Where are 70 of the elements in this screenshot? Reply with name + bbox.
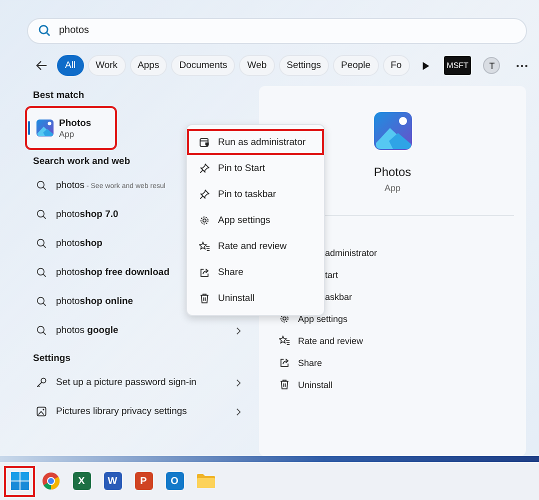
settings-icon <box>279 313 290 324</box>
search-icon <box>36 325 47 336</box>
window-shield-icon <box>199 136 210 148</box>
share-icon <box>279 357 290 368</box>
action-item[interactable]: askbar <box>325 292 352 302</box>
filter-tab[interactable]: Fo <box>382 55 410 76</box>
back-arrow-icon[interactable] <box>35 59 48 72</box>
search-field[interactable]: photos <box>27 18 527 44</box>
menu-item[interactable]: Pin to taskbar <box>187 181 324 208</box>
filter-tab[interactable]: Documents <box>171 55 236 76</box>
app-icon[interactable]: X <box>72 472 90 490</box>
filter-tab[interactable]: Settings <box>278 55 329 76</box>
menu-item[interactable]: Share <box>187 259 324 286</box>
search-text: photos <box>59 25 90 36</box>
app-type: App <box>59 128 76 139</box>
browser-icon[interactable] <box>42 472 60 490</box>
action-item[interactable]: Rate and review <box>298 336 364 346</box>
photos-app-icon <box>36 119 54 138</box>
app-icon[interactable]: O <box>166 472 184 490</box>
share-icon <box>199 266 210 278</box>
photos-app-icon <box>372 111 412 152</box>
settings-result[interactable]: Pictures library privacy settings <box>56 406 227 418</box>
more-icon[interactable] <box>516 64 528 68</box>
trash-icon <box>279 379 290 390</box>
play-icon[interactable] <box>422 60 430 71</box>
filter-tab[interactable]: Web <box>239 55 275 76</box>
filter-tab[interactable]: Work <box>88 55 126 76</box>
action-item[interactable]: Share <box>298 358 322 368</box>
search-icon <box>38 24 51 38</box>
action-item[interactable]: administrator <box>325 248 378 258</box>
filter-tab[interactable]: People <box>332 55 379 76</box>
trash-icon <box>199 292 210 304</box>
search-icon <box>36 180 47 192</box>
star-list-icon <box>199 240 210 252</box>
star-list-icon <box>279 335 290 346</box>
filter-tab[interactable]: All <box>57 55 84 76</box>
best-match-item[interactable]: Photos App <box>27 108 115 148</box>
menu-item[interactable]: Uninstall <box>187 285 324 312</box>
start-button[interactable] <box>10 472 28 490</box>
search-icon <box>36 209 47 220</box>
menu-item[interactable]: App settings <box>187 207 324 234</box>
menu-item[interactable]: Pin to Start <box>187 155 324 182</box>
filter-tab[interactable]: Apps <box>130 55 168 76</box>
app-name: Photos <box>59 118 92 129</box>
action-item[interactable]: tart <box>325 270 338 280</box>
account-avatar[interactable]: T <box>483 57 500 74</box>
search-icon <box>36 238 47 250</box>
organization-badge[interactable]: MSFT <box>444 56 472 76</box>
menu-item[interactable]: Run as administrator <box>187 129 324 156</box>
section-heading: Search work and web <box>32 155 132 170</box>
section-heading: Best match <box>32 89 86 104</box>
search-icon <box>36 296 47 308</box>
action-item[interactable]: Uninstall <box>298 380 333 390</box>
pin-icon <box>199 188 210 200</box>
action-item[interactable]: App settings <box>298 314 348 324</box>
search-icon <box>36 267 47 278</box>
key-icon <box>36 377 47 388</box>
menu-item[interactable]: Rate and review <box>187 233 324 260</box>
app-name: Photos <box>374 165 412 180</box>
chevron-right-icon <box>236 408 241 416</box>
app-icon[interactable]: P <box>134 472 152 490</box>
chevron-right-icon <box>236 378 241 387</box>
settings-icon <box>199 214 210 226</box>
search-suggestion[interactable]: photos google <box>56 325 227 336</box>
app-type: App <box>384 183 400 194</box>
app-icon[interactable]: W <box>104 472 122 490</box>
section-heading: Settings <box>32 352 72 366</box>
settings-result[interactable]: Set up a picture password sign-in <box>56 377 227 388</box>
pin-icon <box>199 162 210 174</box>
picture-icon <box>36 406 47 418</box>
